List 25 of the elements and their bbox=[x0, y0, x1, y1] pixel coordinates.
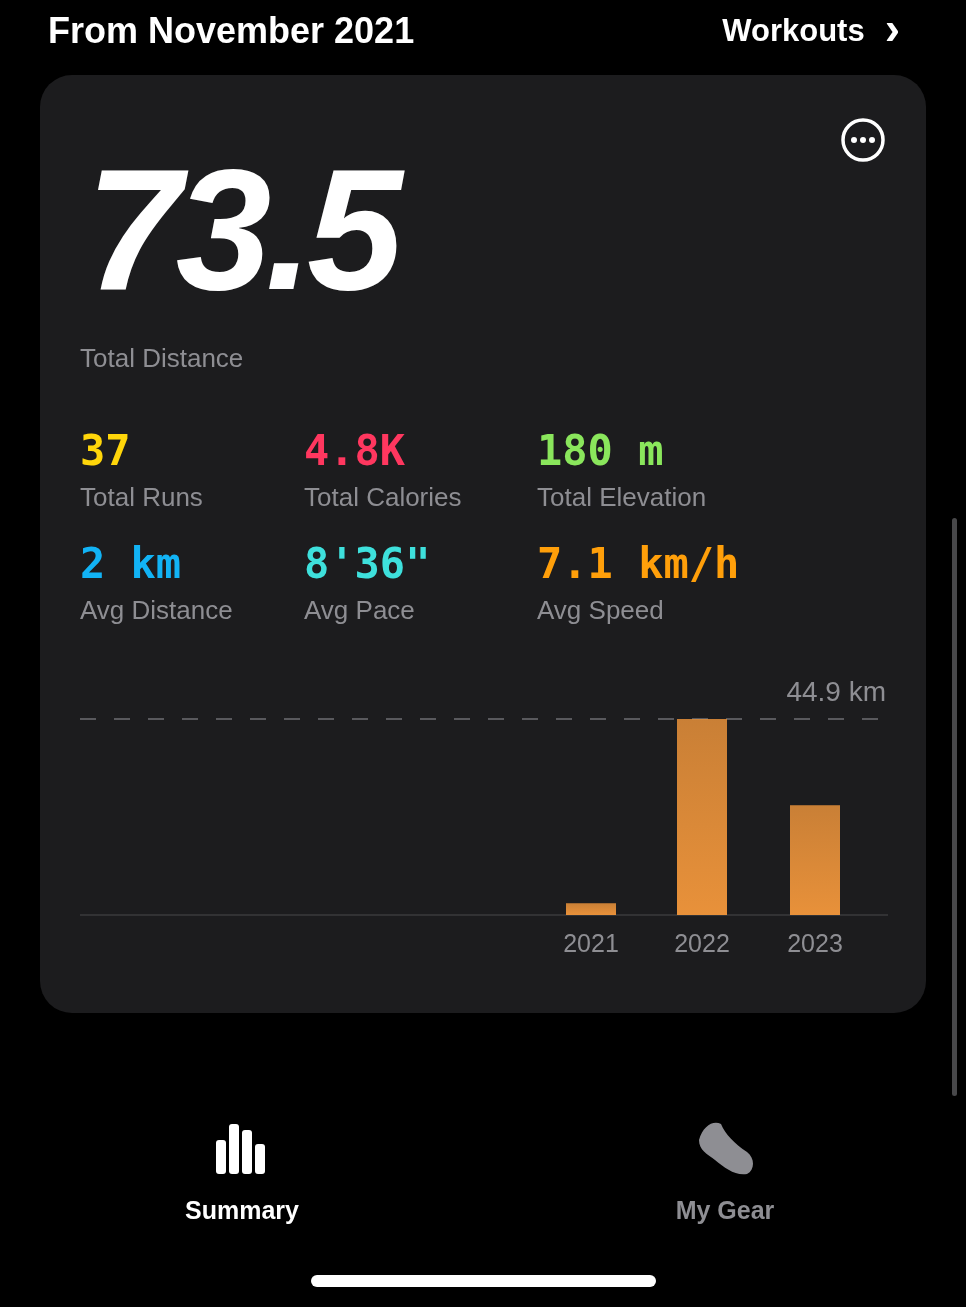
tab-item[interactable]: Summary bbox=[0, 1118, 484, 1230]
stat-value: 37 bbox=[80, 428, 132, 475]
axis-label: 2022 bbox=[674, 929, 730, 958]
stat-value: 7.1 km/h bbox=[537, 541, 741, 588]
chevron-icon[interactable]: › bbox=[884, 5, 900, 51]
stat-label: Total Runs bbox=[80, 481, 204, 515]
axis-label: 44.9 km bbox=[786, 676, 886, 708]
stat-value: 2 km bbox=[80, 541, 183, 588]
stat-value: 4.8K bbox=[304, 428, 407, 475]
stat-label: Avg Distance bbox=[80, 594, 234, 628]
stat-label: Avg Pace bbox=[304, 594, 416, 628]
stat-value: 8'36" bbox=[304, 541, 432, 588]
chart-bar bbox=[566, 903, 616, 916]
stat-value: 180 m bbox=[537, 428, 665, 475]
more-icon[interactable] bbox=[840, 117, 886, 163]
stat-label: Total Elevation bbox=[537, 481, 708, 515]
total-distance-value: 73.5 bbox=[86, 143, 886, 315]
axis-label: 2021 bbox=[563, 929, 619, 958]
total-distance-label: Total Distance bbox=[80, 342, 245, 375]
stat-label: Avg Speed bbox=[537, 594, 665, 628]
axis-label: 2023 bbox=[787, 929, 843, 958]
tab-item[interactable]: My Gear bbox=[484, 1118, 966, 1230]
stat-label: Total Calories bbox=[304, 481, 463, 515]
section-title: From November 2021 bbox=[48, 9, 415, 53]
workouts-link[interactable]: Workouts bbox=[722, 7, 865, 55]
